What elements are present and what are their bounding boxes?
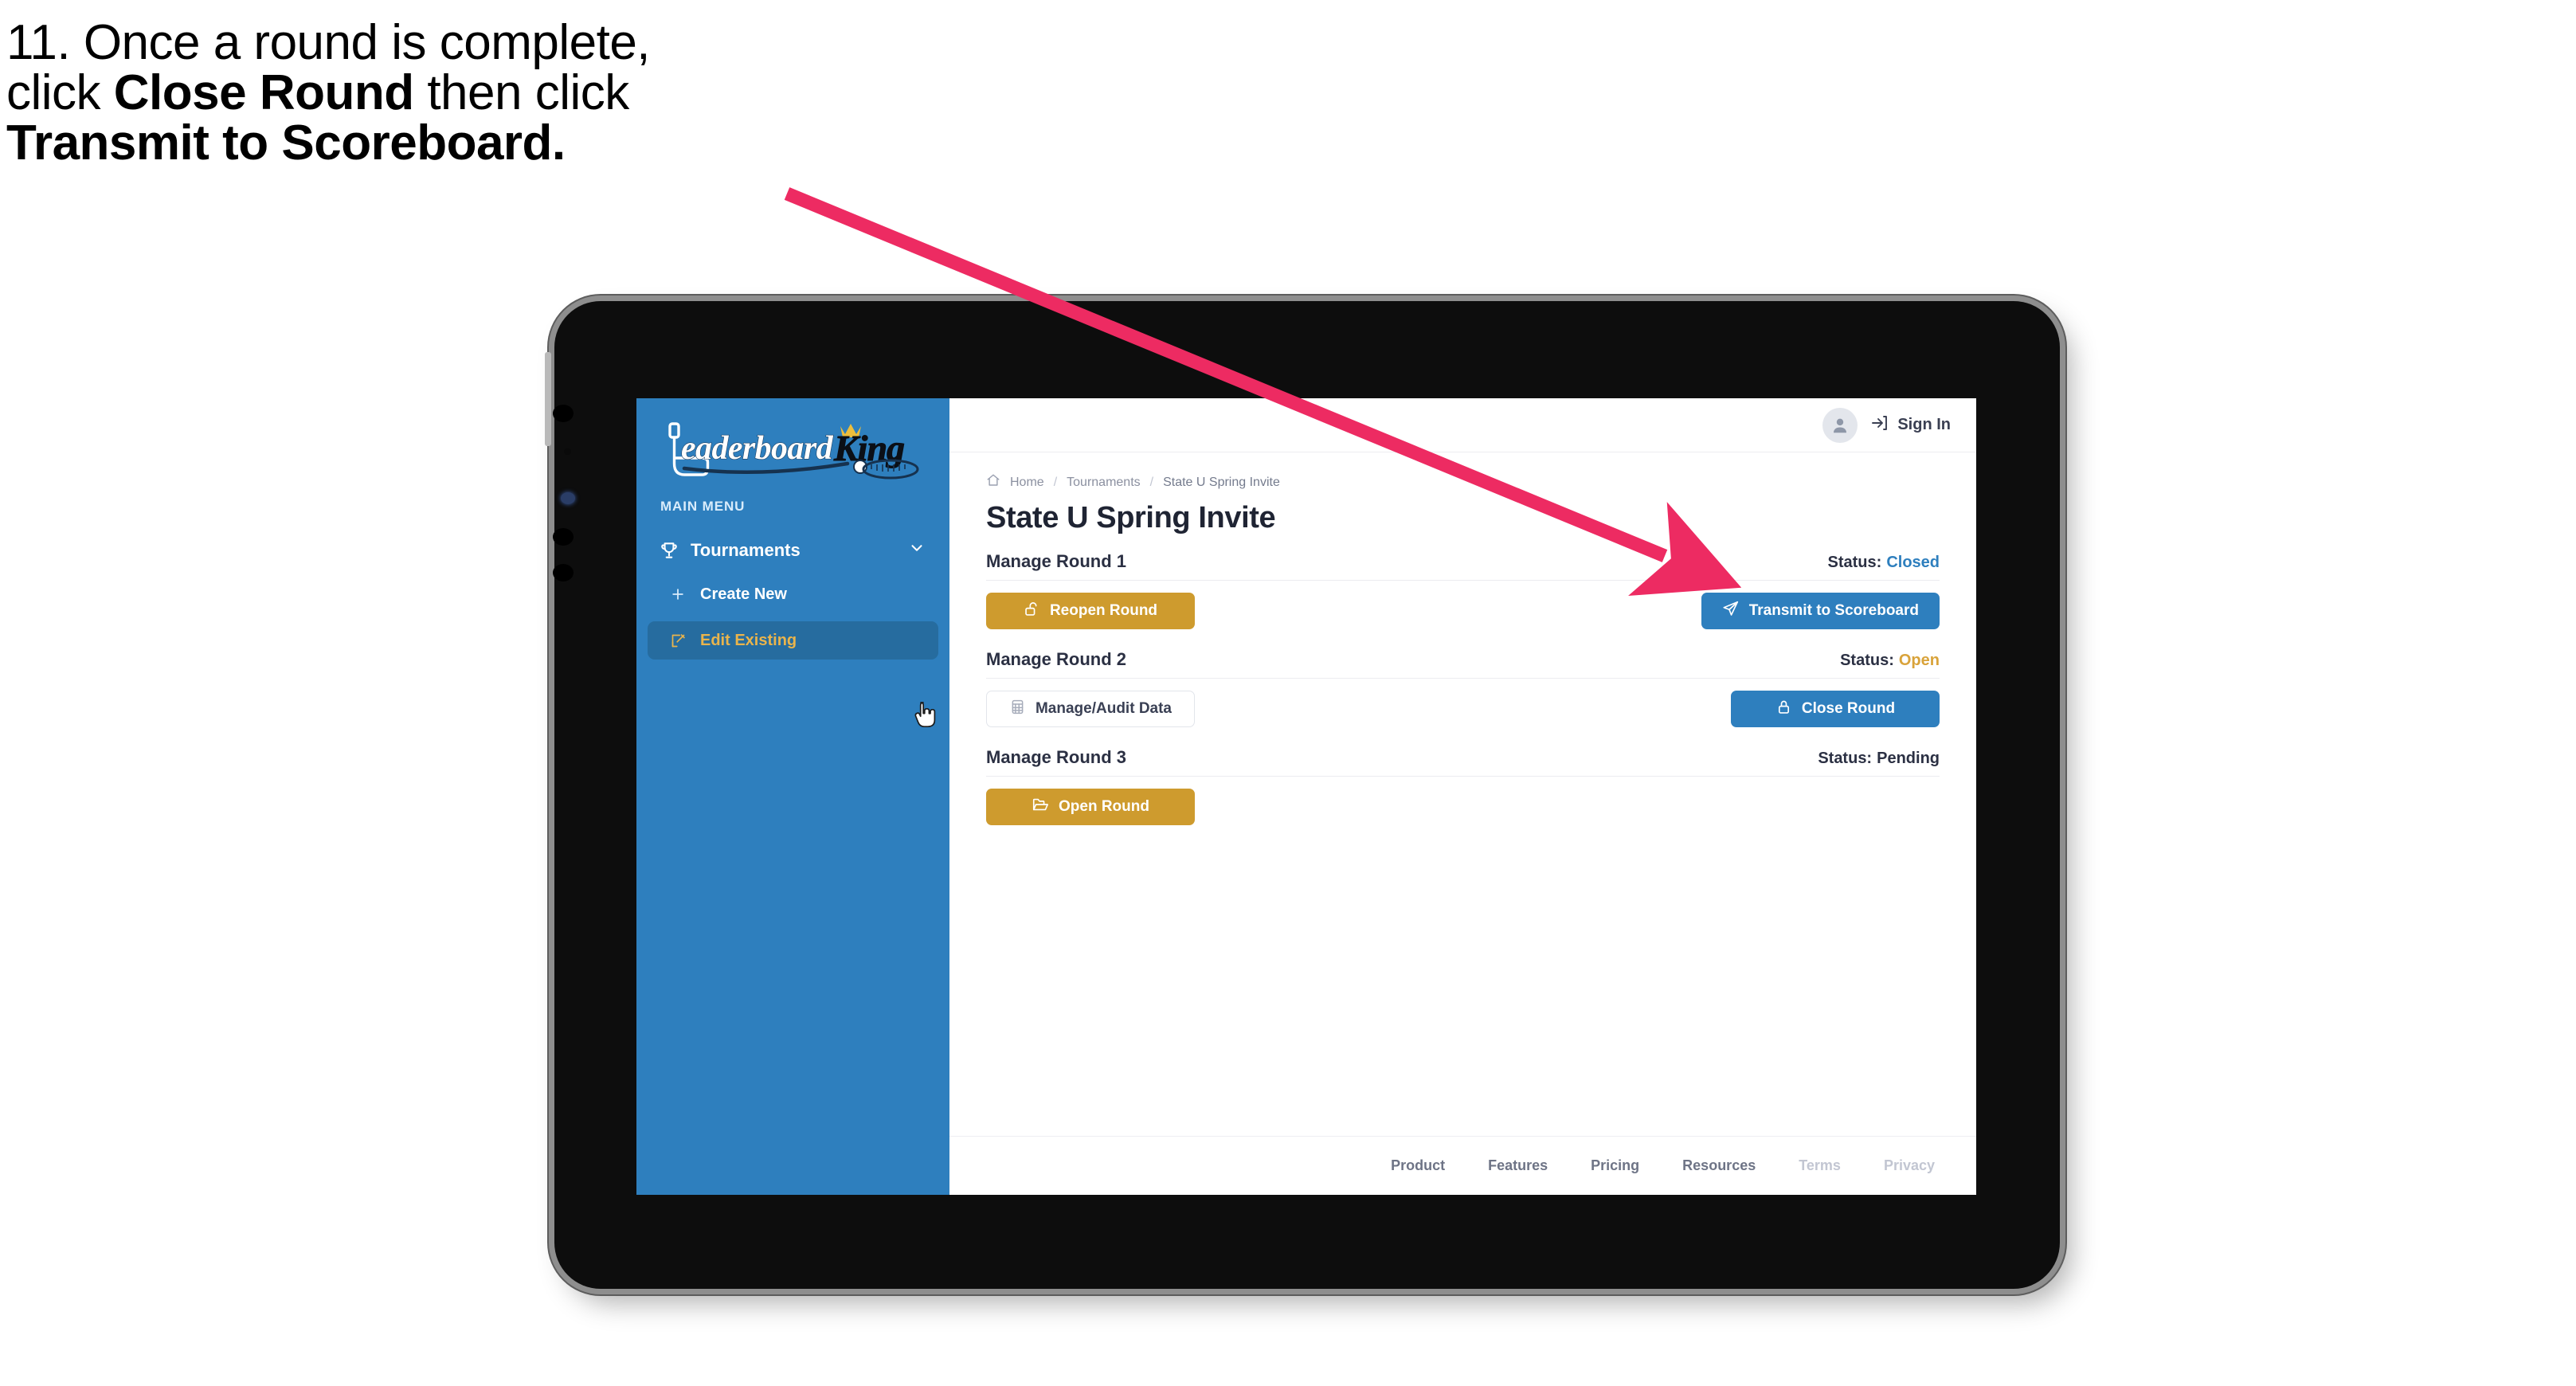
footer-link-privacy[interactable]: Privacy — [1884, 1157, 1935, 1174]
caption-line-2: click Close Round then click — [6, 68, 867, 118]
round-2-actions: Manage/Audit Data Close Round — [986, 690, 1940, 728]
round-2-status: Status: Open — [1840, 652, 1940, 670]
screenshot-root: 11. Once a round is complete, click Clos… — [0, 0, 2576, 1386]
sign-in-button[interactable]: Sign In — [1870, 413, 1951, 437]
volume-rocker[interactable] — [545, 352, 551, 446]
round-3-header: Manage Round 3 Status: Pending — [986, 747, 1940, 768]
unlock-icon — [1024, 601, 1040, 622]
plus-icon — [670, 586, 691, 602]
round-3-name: Manage Round 3 — [986, 747, 1127, 767]
round-2-name: Manage Round 2 — [986, 649, 1127, 669]
bezel-dot-3 — [553, 528, 574, 546]
sidebar-item-edit-existing[interactable]: Edit Existing — [648, 621, 938, 660]
top-bar: Sign In — [949, 398, 1976, 452]
footer-link-product[interactable]: Product — [1391, 1157, 1445, 1174]
caption-line-2-post: then click — [413, 65, 629, 121]
breadcrumb-item-current: State U Spring Invite — [1163, 475, 1280, 489]
round-3-divider — [986, 776, 1940, 777]
status-prefix: Status: — [1818, 750, 1873, 767]
round-2-divider — [986, 678, 1940, 679]
tablet-device-frame: eaderboard King MAIN MENU Tournaments Cr… — [545, 301, 2060, 1289]
sidebar-item-tournaments-label: Tournaments — [691, 540, 801, 560]
open-round-label: Open Round — [1059, 798, 1149, 815]
status-prefix: Status: — [1827, 554, 1882, 571]
grid-table-icon — [1009, 699, 1026, 720]
svg-text:King: King — [833, 428, 904, 468]
lock-icon — [1775, 699, 1792, 720]
send-plane-icon — [1722, 600, 1740, 622]
transmit-to-scoreboard-label: Transmit to Scoreboard — [1748, 602, 1919, 619]
sign-in-label: Sign In — [1897, 416, 1951, 433]
caption-line-1: 11. Once a round is complete, — [6, 15, 651, 70]
status-badge-round-3: Pending — [1877, 750, 1940, 767]
tablet-screen: eaderboard King MAIN MENU Tournaments Cr… — [636, 398, 1976, 1195]
close-round-button[interactable]: Close Round — [1731, 691, 1940, 727]
open-round-button[interactable]: Open Round — [986, 789, 1195, 825]
footer-link-terms[interactable]: Terms — [1799, 1157, 1841, 1174]
round-3-actions: Open Round — [986, 788, 1940, 826]
reopen-round-label: Reopen Round — [1049, 602, 1158, 619]
footer-link-resources[interactable]: Resources — [1682, 1157, 1756, 1174]
round-2-header: Manage Round 2 Status: Open — [986, 649, 1940, 670]
footer-link-features[interactable]: Features — [1488, 1157, 1548, 1174]
round-1-divider — [986, 580, 1940, 581]
transmit-to-scoreboard-button[interactable]: Transmit to Scoreboard — [1701, 593, 1940, 629]
sidebar-section-label: MAIN MENU — [660, 499, 746, 514]
sidebar-item-edit-existing-label: Edit Existing — [700, 631, 797, 649]
footer-links: Product Features Pricing Resources Terms… — [949, 1136, 1976, 1195]
manage-audit-data-label: Manage/Audit Data — [1035, 700, 1173, 717]
round-1-name: Manage Round 1 — [986, 551, 1127, 571]
round-1-status: Status: Closed — [1828, 554, 1940, 572]
sidebar-item-tournaments[interactable]: Tournaments — [636, 532, 949, 569]
sign-in-arrow-icon — [1870, 413, 1889, 437]
edit-square-icon — [670, 632, 691, 649]
home-icon[interactable] — [986, 473, 1000, 491]
page-title: State U Spring Invite — [986, 501, 1276, 534]
breadcrumb: Home / Tournaments / State U Spring Invi… — [986, 473, 1940, 491]
trophy-icon — [659, 540, 683, 561]
golf-club-crown-logo-icon: eaderboard King — [668, 422, 919, 480]
round-block-3: Manage Round 3 Status: Pending Open Roun… — [986, 747, 1940, 826]
round-3-status: Status: Pending — [1818, 750, 1940, 768]
sidebar-item-create-new[interactable]: Create New — [648, 577, 938, 612]
status-led — [561, 492, 575, 504]
status-prefix: Status: — [1840, 652, 1894, 669]
sidebar-nav-group: Tournaments Create New Edit Existing — [636, 532, 949, 660]
caption-line-2-pre: click — [6, 65, 114, 121]
bezel-dot-4 — [553, 564, 574, 581]
close-round-label: Close Round — [1801, 700, 1896, 717]
round-block-1: Manage Round 1 Status: Closed Reopen Rou… — [986, 551, 1940, 630]
sidebar-item-create-new-label: Create New — [700, 585, 787, 603]
breadcrumb-item-home[interactable]: Home — [1010, 476, 1044, 490]
round-1-actions: Reopen Round Transmit to Scoreboard — [986, 592, 1940, 630]
open-folder-icon — [1032, 796, 1049, 818]
brand-logo[interactable]: eaderboard King — [636, 398, 949, 487]
caption-line-2-bold: Close Round — [113, 65, 414, 121]
round-3-action-spacer — [1731, 807, 1940, 808]
manage-audit-data-button[interactable]: Manage/Audit Data — [986, 691, 1195, 727]
pointing-hand-cursor — [914, 701, 938, 734]
content-body: Home / Tournaments / State U Spring Invi… — [949, 452, 1976, 826]
reopen-round-button[interactable]: Reopen Round — [986, 593, 1195, 629]
svg-text:eaderboard: eaderboard — [681, 430, 834, 467]
round-block-2: Manage Round 2 Status: Open Manage/Audit… — [986, 649, 1940, 728]
caption-line-3: Transmit to Scoreboard. — [6, 116, 566, 171]
footer-link-pricing[interactable]: Pricing — [1591, 1157, 1639, 1174]
chevron-down-icon[interactable] — [908, 539, 926, 562]
breadcrumb-separator: / — [1053, 475, 1058, 489]
avatar[interactable] — [1822, 407, 1858, 443]
bezel-dot-2 — [564, 448, 571, 455]
main-content: Sign In Home / Tournaments / State U Spr… — [949, 398, 1976, 1195]
bezel-dot-1 — [553, 405, 574, 422]
breadcrumb-separator: / — [1149, 475, 1154, 489]
instruction-caption: 11. Once a round is complete, click Clos… — [6, 18, 867, 169]
breadcrumb-item-tournaments[interactable]: Tournaments — [1067, 476, 1141, 490]
status-badge-round-2: Open — [1898, 652, 1940, 669]
sidebar: eaderboard King MAIN MENU Tournaments Cr… — [636, 398, 949, 1195]
round-1-header: Manage Round 1 Status: Closed — [986, 551, 1940, 572]
status-badge-round-1: Closed — [1886, 554, 1940, 571]
